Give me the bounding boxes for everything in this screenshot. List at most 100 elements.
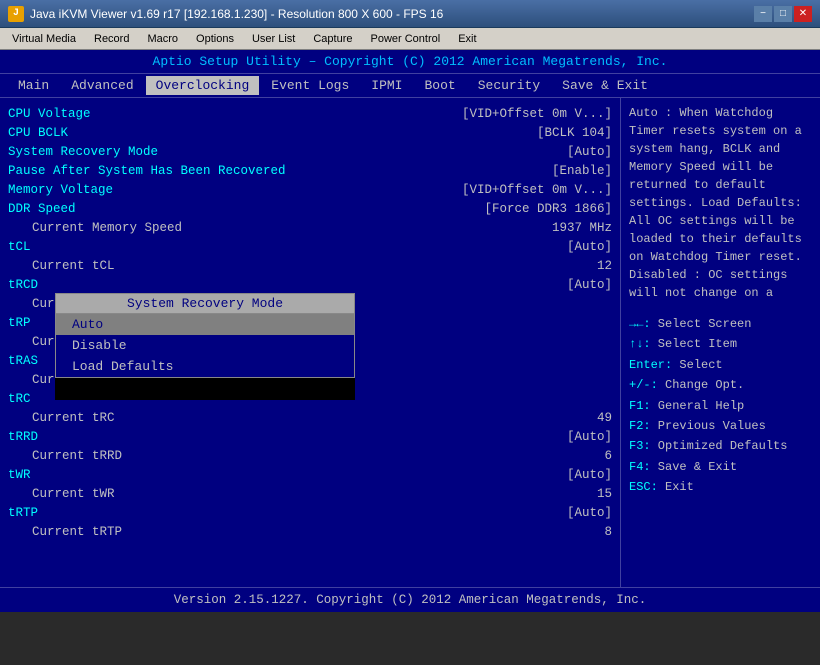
bios-tab-main[interactable]: Main (8, 76, 59, 95)
bios-label-11: tRP (8, 316, 31, 330)
title-text: Java iKVM Viewer v1.69 r17 [192.168.1.23… (30, 7, 443, 21)
shortcut-4: F1: General Help (629, 396, 812, 416)
bios-label-6: Current Memory Speed (8, 221, 182, 235)
dropdown-title: System Recovery Mode (55, 293, 355, 314)
bios-row-2: System Recovery Mode [Auto] (8, 142, 612, 161)
shortcut-6: F3: Optimized Defaults (629, 436, 812, 456)
bios-value-3: [Enable] (552, 164, 612, 178)
shortcut-8: ESC: Exit (629, 477, 812, 497)
bios-label-9: tRCD (8, 278, 38, 292)
bios-tab-ipmi[interactable]: IPMI (361, 76, 412, 95)
bios-value-18: 6 (604, 449, 612, 463)
bios-row-17: tRRD [Auto] (8, 427, 612, 446)
bios-label-17: tRRD (8, 430, 38, 444)
bios-label-16: Current tRC (8, 411, 115, 425)
bios-label-3: Pause After System Has Been Recovered (8, 164, 286, 178)
bios-label-18: Current tRRD (8, 449, 122, 463)
help-text: Auto : When Watchdog Timer resets system… (629, 104, 812, 302)
shortcut-3: +/-: Change Opt. (629, 375, 812, 395)
bios-value-8: 12 (597, 259, 612, 273)
bios-row-0: CPU Voltage [VID+Offset 0m V...] (8, 104, 612, 123)
bios-row-9: tRCD [Auto] (8, 275, 612, 294)
bios-row-20: Current tWR 15 (8, 484, 612, 503)
bios-label-0: CPU Voltage (8, 107, 91, 121)
bios-value-1: [BCLK 104] (537, 126, 612, 140)
bios-row-6: Current Memory Speed 1937 MHz (8, 218, 612, 237)
bios-label-1: CPU BCLK (8, 126, 68, 140)
bios-row-19: tWR [Auto] (8, 465, 612, 484)
bios-label-13: tRAS (8, 354, 38, 368)
left-panel: CPU Voltage [VID+Offset 0m V...] CPU BCLK [… (0, 98, 620, 587)
bios-value-9: [Auto] (567, 278, 612, 292)
bios-label-21: tRTP (8, 506, 38, 520)
bios-value-17: [Auto] (567, 430, 612, 444)
shortcut-1: ↑↓: Select Item (629, 334, 812, 354)
bios-label-15: tRC (8, 392, 31, 406)
app-icon: J (8, 6, 24, 22)
bios-value-22: 8 (604, 525, 612, 539)
dropdown-item-disable[interactable]: Disable (56, 335, 354, 356)
bios-header-title: Aptio Setup Utility – Copyright (C) 2012… (153, 54, 668, 69)
title-bar-left: J Java iKVM Viewer v1.69 r17 [192.168.1.… (8, 6, 443, 22)
bios-main: CPU Voltage [VID+Offset 0m V...] CPU BCLK [… (0, 97, 820, 587)
bios-value-5: [Force DDR3 1866] (484, 202, 612, 216)
bios-label-7: tCL (8, 240, 31, 254)
title-bar: J Java iKVM Viewer v1.69 r17 [192.168.1.… (0, 0, 820, 28)
bios-row-1: CPU BCLK [BCLK 104] (8, 123, 612, 142)
menu-item-power-control[interactable]: Power Control (363, 31, 449, 47)
shortcut-7: F4: Save & Exit (629, 457, 812, 477)
bios-row-4: Memory Voltage [VID+Offset 0m V...] (8, 180, 612, 199)
minimize-button[interactable]: − (754, 6, 772, 22)
bios-value-2: [Auto] (567, 145, 612, 159)
bios-label-22: Current tRTP (8, 525, 122, 539)
bios-tab-advanced[interactable]: Advanced (61, 76, 143, 95)
menu-bar: Virtual MediaRecordMacroOptionsUser List… (0, 28, 820, 50)
bios-tab-security[interactable]: Security (468, 76, 550, 95)
bios-tab-event-logs[interactable]: Event Logs (261, 76, 359, 95)
close-button[interactable]: ✕ (794, 6, 812, 22)
bios-row-5: DDR Speed [Force DDR3 1866] (8, 199, 612, 218)
menu-item-virtual-media[interactable]: Virtual Media (4, 31, 84, 47)
bios-value-19: [Auto] (567, 468, 612, 482)
bios-value-6: 1937 MHz (552, 221, 612, 235)
dropdown-overlay: System Recovery ModeAutoDisableLoad Defa… (55, 293, 355, 400)
bios-label-8: Current tCL (8, 259, 115, 273)
bios-tab-overclocking[interactable]: Overclocking (146, 76, 260, 95)
menu-item-options[interactable]: Options (188, 31, 242, 47)
bios-tab-boot[interactable]: Boot (415, 76, 466, 95)
status-text: Version 2.15.1227. Copyright (C) 2012 Am… (174, 593, 647, 607)
bios-value-21: [Auto] (567, 506, 612, 520)
bios-tab-save-and-exit[interactable]: Save & Exit (552, 76, 658, 95)
status-bar: Version 2.15.1227. Copyright (C) 2012 Am… (0, 587, 820, 612)
bios-value-7: [Auto] (567, 240, 612, 254)
bios-label-2: System Recovery Mode (8, 145, 158, 159)
bios-label-19: tWR (8, 468, 31, 482)
bios-row-22: Current tRTP 8 (8, 522, 612, 541)
bios-row-8: Current tCL 12 (8, 256, 612, 275)
bios-row-7: tCL [Auto] (8, 237, 612, 256)
menu-item-macro[interactable]: Macro (139, 31, 186, 47)
maximize-button[interactable]: □ (774, 6, 792, 22)
menu-item-record[interactable]: Record (86, 31, 137, 47)
shortcut-5: F2: Previous Values (629, 416, 812, 436)
menu-item-user-list[interactable]: User List (244, 31, 303, 47)
dropdown-item-auto[interactable]: Auto (56, 314, 354, 335)
bios-label-4: Memory Voltage (8, 183, 113, 197)
bios-value-4: [VID+Offset 0m V...] (462, 183, 612, 197)
bios-row-18: Current tRRD 6 (8, 446, 612, 465)
bios-nav: MainAdvancedOverclockingEvent LogsIPMIBo… (0, 73, 820, 97)
bios-value-0: [VID+Offset 0m V...] (462, 107, 612, 121)
shortcut-0: →←: Select Screen (629, 314, 812, 334)
bios-row-21: tRTP [Auto] (8, 503, 612, 522)
bios-label-20: Current tWR (8, 487, 115, 501)
bios-row-3: Pause After System Has Been Recovered [En… (8, 161, 612, 180)
bios-value-20: 15 (597, 487, 612, 501)
shortcut-2: Enter: Select (629, 355, 812, 375)
menu-item-exit[interactable]: Exit (450, 31, 484, 47)
bios-label-5: DDR Speed (8, 202, 76, 216)
menu-item-capture[interactable]: Capture (305, 31, 360, 47)
bios-header: Aptio Setup Utility – Copyright (C) 2012… (0, 50, 820, 73)
right-panel: Auto : When Watchdog Timer resets system… (620, 98, 820, 587)
bios-row-16: Current tRC49 (8, 408, 612, 427)
dropdown-item-load-defaults[interactable]: Load Defaults (56, 356, 354, 377)
